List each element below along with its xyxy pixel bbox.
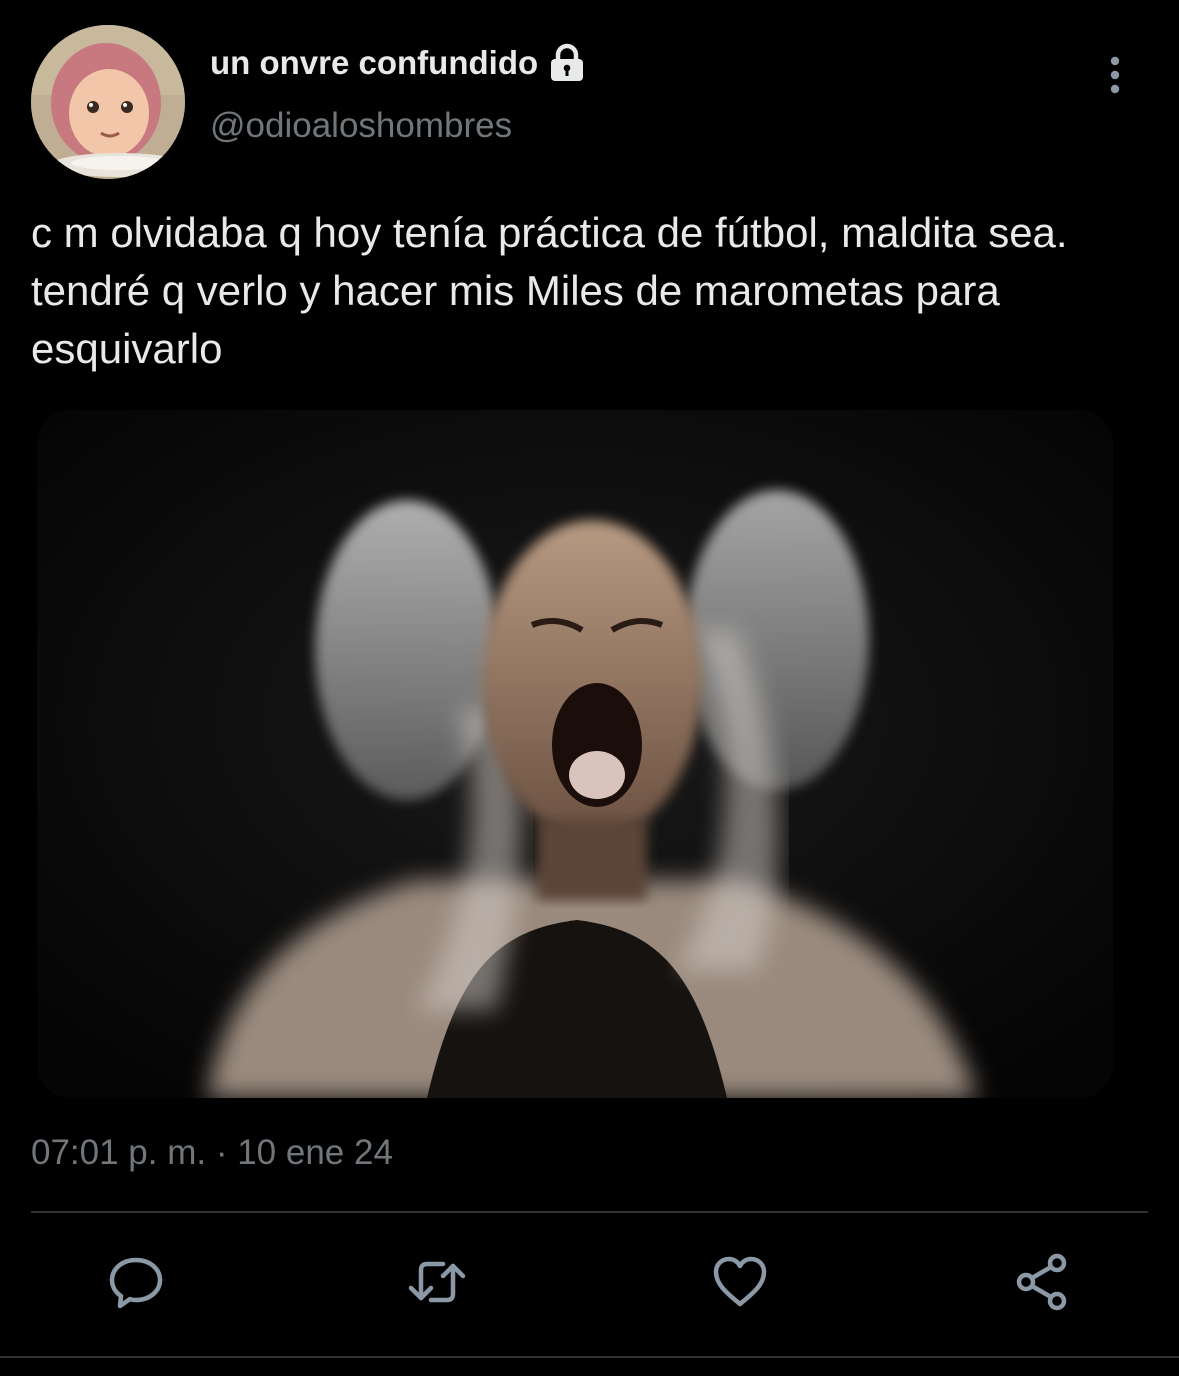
tweet-image[interactable] xyxy=(37,410,1113,1098)
bottom-divider xyxy=(0,1356,1179,1358)
meme-photo xyxy=(37,410,1113,1098)
avatar-image xyxy=(31,25,185,179)
heart-icon xyxy=(713,1256,767,1307)
display-name[interactable]: un onvre confundido xyxy=(210,44,538,82)
retweet-icon xyxy=(408,1261,466,1303)
reply-icon xyxy=(109,1257,163,1309)
author-name-row[interactable]: un onvre confundido xyxy=(210,38,586,88)
more-vertical-icon[interactable] xyxy=(1098,55,1132,95)
lock-icon xyxy=(548,43,586,83)
like-button[interactable] xyxy=(708,1250,772,1314)
avatar[interactable] xyxy=(31,25,185,179)
reply-button[interactable] xyxy=(104,1250,168,1314)
retweet-button[interactable] xyxy=(405,1250,469,1314)
tweet-timestamp[interactable]: 07:01 p. m. · 10 ene 24 xyxy=(31,1133,393,1173)
share-button[interactable] xyxy=(1011,1250,1075,1314)
tweet-text: c m olvidaba q hoy tenía práctica de fút… xyxy=(31,209,1080,372)
author-handle[interactable]: @odioaloshombres xyxy=(210,106,512,146)
share-icon xyxy=(1016,1253,1067,1311)
divider xyxy=(31,1211,1148,1213)
